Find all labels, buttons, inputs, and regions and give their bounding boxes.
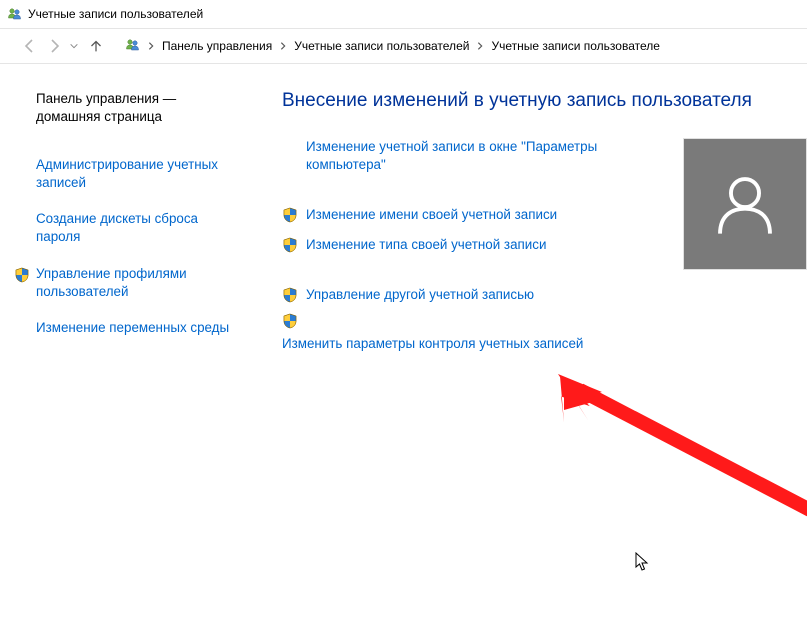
nav-up-button[interactable] xyxy=(84,37,108,55)
sidebar-link-admin-accounts[interactable]: Администрирование учетных записей xyxy=(36,156,258,192)
mouse-cursor-icon xyxy=(635,552,649,572)
sidebar-home-link[interactable]: Панель управления — домашняя страница xyxy=(36,90,258,126)
main-link-label: Изменение учетной записи в окне "Парамет… xyxy=(306,138,662,174)
sidebar-item-label: Администрирование учетных записей xyxy=(36,156,238,192)
breadcrumb-user-accounts[interactable]: Учетные записи пользователей xyxy=(290,39,473,53)
sidebar-item-label: Изменение переменных среды xyxy=(36,319,238,337)
sidebar-link-reset-disk[interactable]: Создание дискеты сброса пароля xyxy=(36,210,258,246)
main-content: Внесение изменений в учетную запись поль… xyxy=(258,90,807,366)
breadcrumb-control-panel[interactable]: Панель управления xyxy=(158,39,276,53)
link-change-account-name[interactable]: Изменение имени своей учетной записи xyxy=(282,206,662,224)
sidebar-item-label: Создание дискеты сброса пароля xyxy=(36,210,238,246)
window-titlebar: Учетные записи пользователей xyxy=(0,0,807,28)
sidebar-link-manage-profiles[interactable]: Управление профилями пользователей xyxy=(36,265,258,301)
link-manage-another-account[interactable]: Управление другой учетной записью xyxy=(282,286,662,304)
main-link-label: Изменение имени своей учетной записи xyxy=(306,206,557,224)
shield-icon xyxy=(282,287,298,303)
shield-icon xyxy=(14,267,30,283)
sidebar-item-label: Управление профилями пользователей xyxy=(36,265,238,301)
chevron-right-icon[interactable] xyxy=(144,41,158,51)
link-change-account-pc-settings[interactable]: Изменение учетной записи в окне "Парамет… xyxy=(282,138,662,174)
window-title: Учетные записи пользователей xyxy=(28,7,203,21)
sidebar: Панель управления — домашняя страница Ад… xyxy=(0,90,258,366)
nav-back-button[interactable] xyxy=(20,36,40,56)
sidebar-link-env-vars[interactable]: Изменение переменных среды xyxy=(36,319,258,337)
page-heading: Внесение изменений в учетную запись поль… xyxy=(282,90,807,112)
shield-icon xyxy=(282,313,298,329)
breadcrumb-user-accounts-2[interactable]: Учетные записи пользователе xyxy=(487,39,664,53)
main-link-label: Управление другой учетной записью xyxy=(306,286,534,304)
main-link-label: Изменить параметры контроля учетных запи… xyxy=(282,335,583,353)
breadcrumb-icon xyxy=(124,37,140,56)
user-avatar xyxy=(683,138,807,270)
user-accounts-icon xyxy=(6,6,22,22)
shield-icon xyxy=(282,207,298,223)
shield-icon xyxy=(282,237,298,253)
nav-history-dropdown[interactable] xyxy=(68,41,80,51)
main-link-label: Изменение типа своей учетной записи xyxy=(306,236,546,254)
annotation-arrow xyxy=(550,370,807,570)
link-change-uac-settings[interactable]: Изменить параметры контроля учетных запи… xyxy=(282,335,662,353)
sidebar-home-label: Панель управления — домашняя страница xyxy=(36,90,238,126)
breadcrumb[interactable]: Панель управления Учетные записи пользов… xyxy=(122,29,801,63)
navigation-bar: Панель управления Учетные записи пользов… xyxy=(0,28,807,64)
avatar-placeholder-icon xyxy=(706,165,784,243)
chevron-right-icon[interactable] xyxy=(473,41,487,51)
uac-shield-row xyxy=(282,312,662,329)
link-change-account-type[interactable]: Изменение типа своей учетной записи xyxy=(282,236,662,254)
nav-forward-button[interactable] xyxy=(44,36,64,56)
chevron-right-icon[interactable] xyxy=(276,41,290,51)
